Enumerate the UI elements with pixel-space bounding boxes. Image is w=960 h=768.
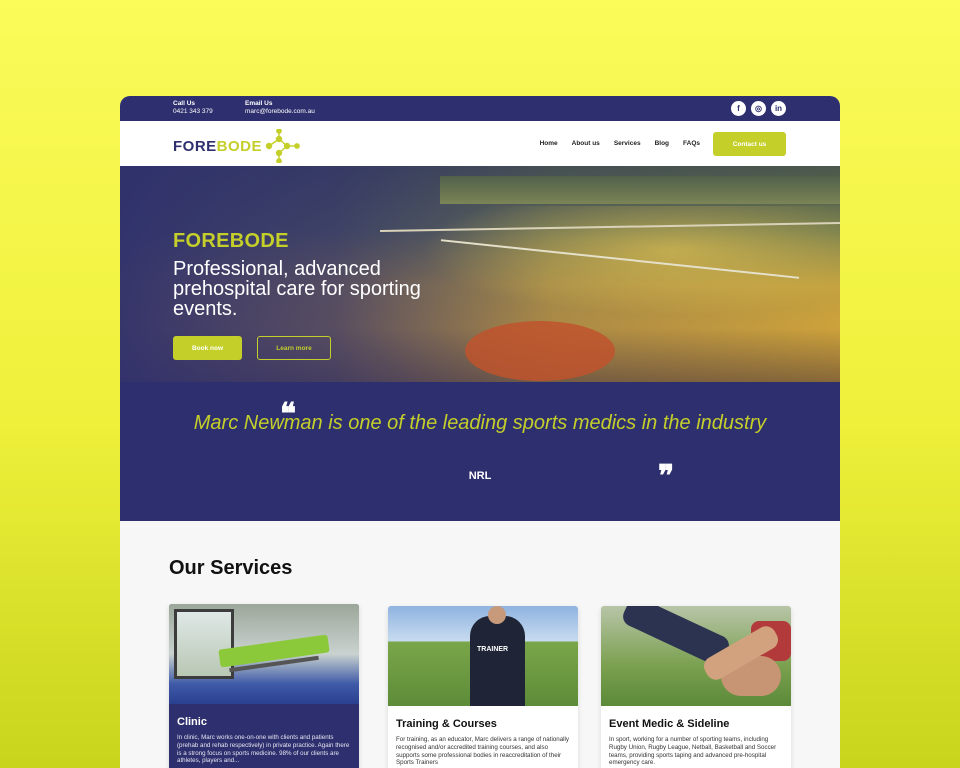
nav-item-blog[interactable]: Blog (655, 140, 669, 147)
email-us-label: Email Us (245, 100, 273, 107)
instagram-icon[interactable]: ◎ (751, 101, 766, 116)
call-us-label: Call Us (173, 100, 196, 107)
website-frame: Call Us 0421 343 379 Email Us marc@foreb… (120, 96, 840, 768)
service-card-title: Event Medic & Sideline (609, 718, 730, 730)
nav-item-services[interactable]: Services (614, 140, 641, 147)
nav-item-about[interactable]: About us (572, 140, 600, 147)
testimonial-source: NRL (468, 470, 492, 482)
hero-background-ball (465, 321, 615, 381)
services-heading: Our Services (169, 557, 293, 579)
clinic-image (169, 604, 359, 704)
hero-headline: Professional, advanced prehospital care … (173, 258, 421, 320)
email-us[interactable]: Email Us marc@forebode.com.au (245, 100, 315, 116)
main-navigation: FORE BODE Home About us Services Blog FA… (120, 121, 840, 166)
service-card-title: Training & Courses (396, 718, 497, 730)
service-card-title: Clinic (177, 716, 207, 728)
service-card-event-medic[interactable]: Event Medic & Sideline In sport, working… (601, 606, 791, 768)
logo-molecule-icon (265, 129, 300, 163)
facebook-icon[interactable]: f (731, 101, 746, 116)
nav-menu: Home About us Services Blog FAQs (540, 140, 700, 147)
nav-item-faqs[interactable]: FAQs (683, 140, 700, 147)
nav-item-home[interactable]: Home (540, 140, 558, 147)
testimonial-section: ❝ Marc Newman is one of the leading spor… (120, 382, 840, 521)
top-contact-bar: Call Us 0421 343 379 Email Us marc@foreb… (120, 96, 840, 121)
clinic-window (174, 609, 234, 679)
training-image: TRAINER (388, 606, 578, 706)
phone-number[interactable]: 0421 343 379 (173, 108, 213, 115)
book-now-button[interactable]: Book now (173, 336, 242, 360)
contact-us-button[interactable]: Contact us (713, 132, 786, 156)
hero-background-grandstand (440, 176, 840, 204)
testimonial-text: Marc Newman is one of the leading sports… (193, 412, 767, 434)
trainer-figure (470, 616, 525, 706)
event-medic-image (601, 606, 791, 706)
email-address[interactable]: marc@forebode.com.au (245, 108, 315, 115)
service-card-text: In sport, working for a number of sporti… (609, 736, 777, 767)
service-card-text: For training, as an educator, Marc deliv… (396, 736, 569, 767)
service-card-clinic[interactable]: Clinic In clinic, Marc works one-on-one … (169, 604, 359, 768)
hero-section: FOREBODE Professional, advanced prehospi… (120, 166, 840, 382)
logo-text-fore: FORE (173, 137, 217, 155)
linkedin-icon[interactable]: in (771, 101, 786, 116)
hero-kicker: FOREBODE (173, 230, 289, 252)
social-links: f ◎ in (731, 101, 786, 116)
trainer-shirt-label: TRAINER (477, 646, 509, 653)
forebode-logo[interactable]: FORE BODE (173, 129, 301, 163)
learn-more-button[interactable]: Learn more (257, 336, 331, 360)
trainer-head (488, 606, 506, 624)
logo-text-bode: BODE (216, 137, 263, 155)
service-card-training[interactable]: TRAINER Training & Courses For training,… (388, 606, 578, 768)
services-section: Our Services Clinic In clinic, Marc work… (120, 521, 840, 768)
service-card-text: In clinic, Marc works one-on-one with cl… (177, 734, 350, 765)
call-us[interactable]: Call Us 0421 343 379 (173, 100, 213, 116)
